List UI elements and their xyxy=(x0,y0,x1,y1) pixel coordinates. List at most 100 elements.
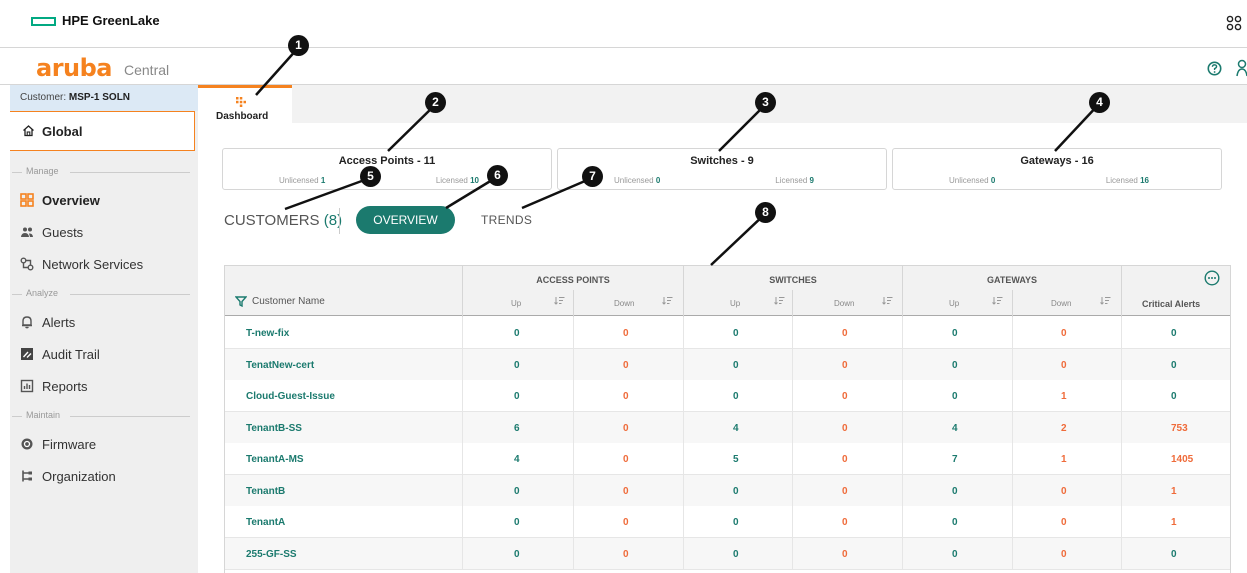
ap-up-cell: 6 xyxy=(514,422,520,434)
app-switcher-icon[interactable] xyxy=(1226,14,1242,32)
gw-down-cell: 2 xyxy=(1061,422,1067,434)
crit-cell: 753 xyxy=(1171,422,1188,434)
switches-card[interactable]: Switches - 9 Unlicensed 0 Licensed 9 xyxy=(557,148,887,190)
customer-name-link[interactable]: TenantA-MS xyxy=(246,454,304,465)
sidebar-item-alerts[interactable]: Alerts xyxy=(10,307,198,337)
filter-icon[interactable] xyxy=(235,296,247,307)
table-row[interactable]: TenantB-SS 6 0 4 0 4 2 753 xyxy=(225,411,1230,444)
sw-down-header[interactable]: Down xyxy=(834,299,854,308)
ap-down-cell: 0 xyxy=(623,422,629,434)
ap-up-cell: 0 xyxy=(514,485,520,497)
sw-down-cell: 0 xyxy=(842,328,848,339)
guests-icon xyxy=(21,227,33,237)
sidebar-item-audit-trail[interactable]: Audit Trail xyxy=(10,339,198,369)
sidebar-item-label: Alerts xyxy=(42,315,76,330)
table-row[interactable]: TenatNew-cert 0 0 0 0 0 0 0 xyxy=(225,348,1230,381)
critical-alerts-header: Critical Alerts xyxy=(1121,266,1230,317)
tab-dashboard-label: Dashboard xyxy=(216,111,269,122)
customers-heading: CUSTOMERS (8) xyxy=(224,212,343,229)
gw-down-cell: 0 xyxy=(1061,485,1067,497)
tab-dashboard[interactable]: Dashboard xyxy=(198,85,292,123)
gw-down-header[interactable]: Down xyxy=(1051,299,1071,308)
callout-8: 8 xyxy=(755,202,776,223)
overview-toggle-button[interactable]: OVERVIEW xyxy=(356,206,455,234)
home-icon xyxy=(23,125,34,137)
sidebar-item-guests[interactable]: Guests xyxy=(10,217,198,247)
ap-down-header[interactable]: Down xyxy=(614,299,634,308)
customer-name-link[interactable]: 255-GF-SS xyxy=(246,549,297,560)
gw-down-cell: 1 xyxy=(1061,391,1067,402)
table-row[interactable]: TenantA-MS 4 0 5 0 7 1 1405 xyxy=(225,443,1230,475)
customer-name-link[interactable]: TenantA xyxy=(246,517,285,528)
table-row[interactable]: 255-GF-SS 0 0 0 0 0 0 0 xyxy=(225,537,1230,570)
sidebar-item-label: Firmware xyxy=(42,437,97,452)
gw-up-cell: 4 xyxy=(952,422,958,434)
table-row[interactable]: Cloud-Guest-Issue 0 0 0 0 0 1 0 xyxy=(225,380,1230,412)
sw-down-cell: 0 xyxy=(842,359,848,371)
gw-up-cell: 0 xyxy=(952,517,958,528)
reports-icon xyxy=(20,379,34,393)
crit-cell: 0 xyxy=(1171,391,1177,402)
table-row[interactable]: TenantA 0 0 0 0 0 0 1 xyxy=(225,506,1230,538)
table-row[interactable]: TenantB 0 0 0 0 0 0 1 xyxy=(225,474,1230,507)
global-scope-button[interactable]: Global xyxy=(10,111,195,151)
gw-down-cell: 0 xyxy=(1061,328,1067,339)
sort-icon[interactable] xyxy=(882,296,893,305)
switches-unlicensed: Unlicensed 0 xyxy=(614,176,661,185)
customer-name-link[interactable]: TenantB-SS xyxy=(246,423,302,434)
sidebar-item-overview[interactable]: Overview xyxy=(10,185,198,215)
gw-up-cell: 0 xyxy=(952,485,958,497)
gateways-card[interactable]: Gateways - 16 Unlicensed 0 Licensed 16 xyxy=(892,148,1222,190)
sort-icon[interactable] xyxy=(662,296,673,305)
gw-up-header[interactable]: Up xyxy=(949,299,959,308)
help-icon[interactable] xyxy=(1207,61,1222,76)
trends-toggle-button[interactable]: TRENDS xyxy=(481,213,532,227)
organization-icon xyxy=(22,470,32,482)
gw-up-cell: 0 xyxy=(952,359,958,371)
section-analyze-label: Analyze xyxy=(26,288,59,298)
callout-4: 4 xyxy=(1089,92,1110,113)
sort-icon[interactable] xyxy=(554,296,565,305)
gw-up-cell: 7 xyxy=(952,454,958,465)
sidebar-item-reports[interactable]: Reports xyxy=(10,371,198,401)
crit-cell: 0 xyxy=(1171,548,1177,560)
overview-grid-icon xyxy=(20,193,34,207)
customer-name-link[interactable]: TenatNew-cert xyxy=(246,360,314,371)
access-points-unlicensed: Unlicensed 1 xyxy=(279,176,326,185)
sidebar-item-organization[interactable]: Organization xyxy=(10,461,198,491)
sort-icon[interactable] xyxy=(1100,296,1111,305)
sidebar-item-firmware[interactable]: Firmware xyxy=(10,429,198,459)
customer-name-link[interactable]: T-new-fix xyxy=(246,328,289,339)
sidebar-item-network-services[interactable]: Network Services xyxy=(10,249,198,279)
ap-up-cell: 0 xyxy=(514,328,520,339)
hpe-brand-name: HPE GreenLake xyxy=(62,13,160,28)
global-label: Global xyxy=(42,124,83,139)
sw-down-cell: 0 xyxy=(842,485,848,497)
sw-up-header[interactable]: Up xyxy=(730,299,740,308)
ap-down-cell: 0 xyxy=(623,548,629,560)
ap-down-cell: 0 xyxy=(623,328,629,339)
customer-name-link[interactable]: Cloud-Guest-Issue xyxy=(246,391,335,402)
sort-icon[interactable] xyxy=(774,296,785,305)
sw-up-cell: 0 xyxy=(733,517,739,528)
table-row[interactable]: T-new-fix 0 0 0 0 0 0 0 xyxy=(225,317,1230,349)
hpe-logo-icon xyxy=(31,17,56,26)
section-maintain-label: Maintain xyxy=(26,410,61,420)
user-profile-icon[interactable] xyxy=(1236,59,1247,77)
sort-icon[interactable] xyxy=(992,296,1003,305)
firmware-icon xyxy=(21,438,33,450)
gw-down-cell: 1 xyxy=(1061,454,1067,465)
ap-up-header[interactable]: Up xyxy=(511,299,521,308)
hpe-greenlake-bar: HPE GreenLake xyxy=(0,0,1247,48)
crit-cell: 0 xyxy=(1171,328,1177,339)
customer-name-link[interactable]: TenantB xyxy=(246,486,285,497)
ap-down-cell: 0 xyxy=(623,485,629,497)
more-options-icon[interactable] xyxy=(1204,270,1220,286)
ap-up-cell: 0 xyxy=(514,548,520,560)
gateways-licensed: Licensed 16 xyxy=(1105,176,1149,185)
sidebar-item-label: Reports xyxy=(42,379,88,394)
gw-up-cell: 0 xyxy=(952,548,958,560)
sw-down-cell: 0 xyxy=(842,548,848,560)
product-name: Central xyxy=(124,62,170,78)
customers-table: Customer Name ACCESS POINTS SWITCHES GAT… xyxy=(224,265,1231,573)
